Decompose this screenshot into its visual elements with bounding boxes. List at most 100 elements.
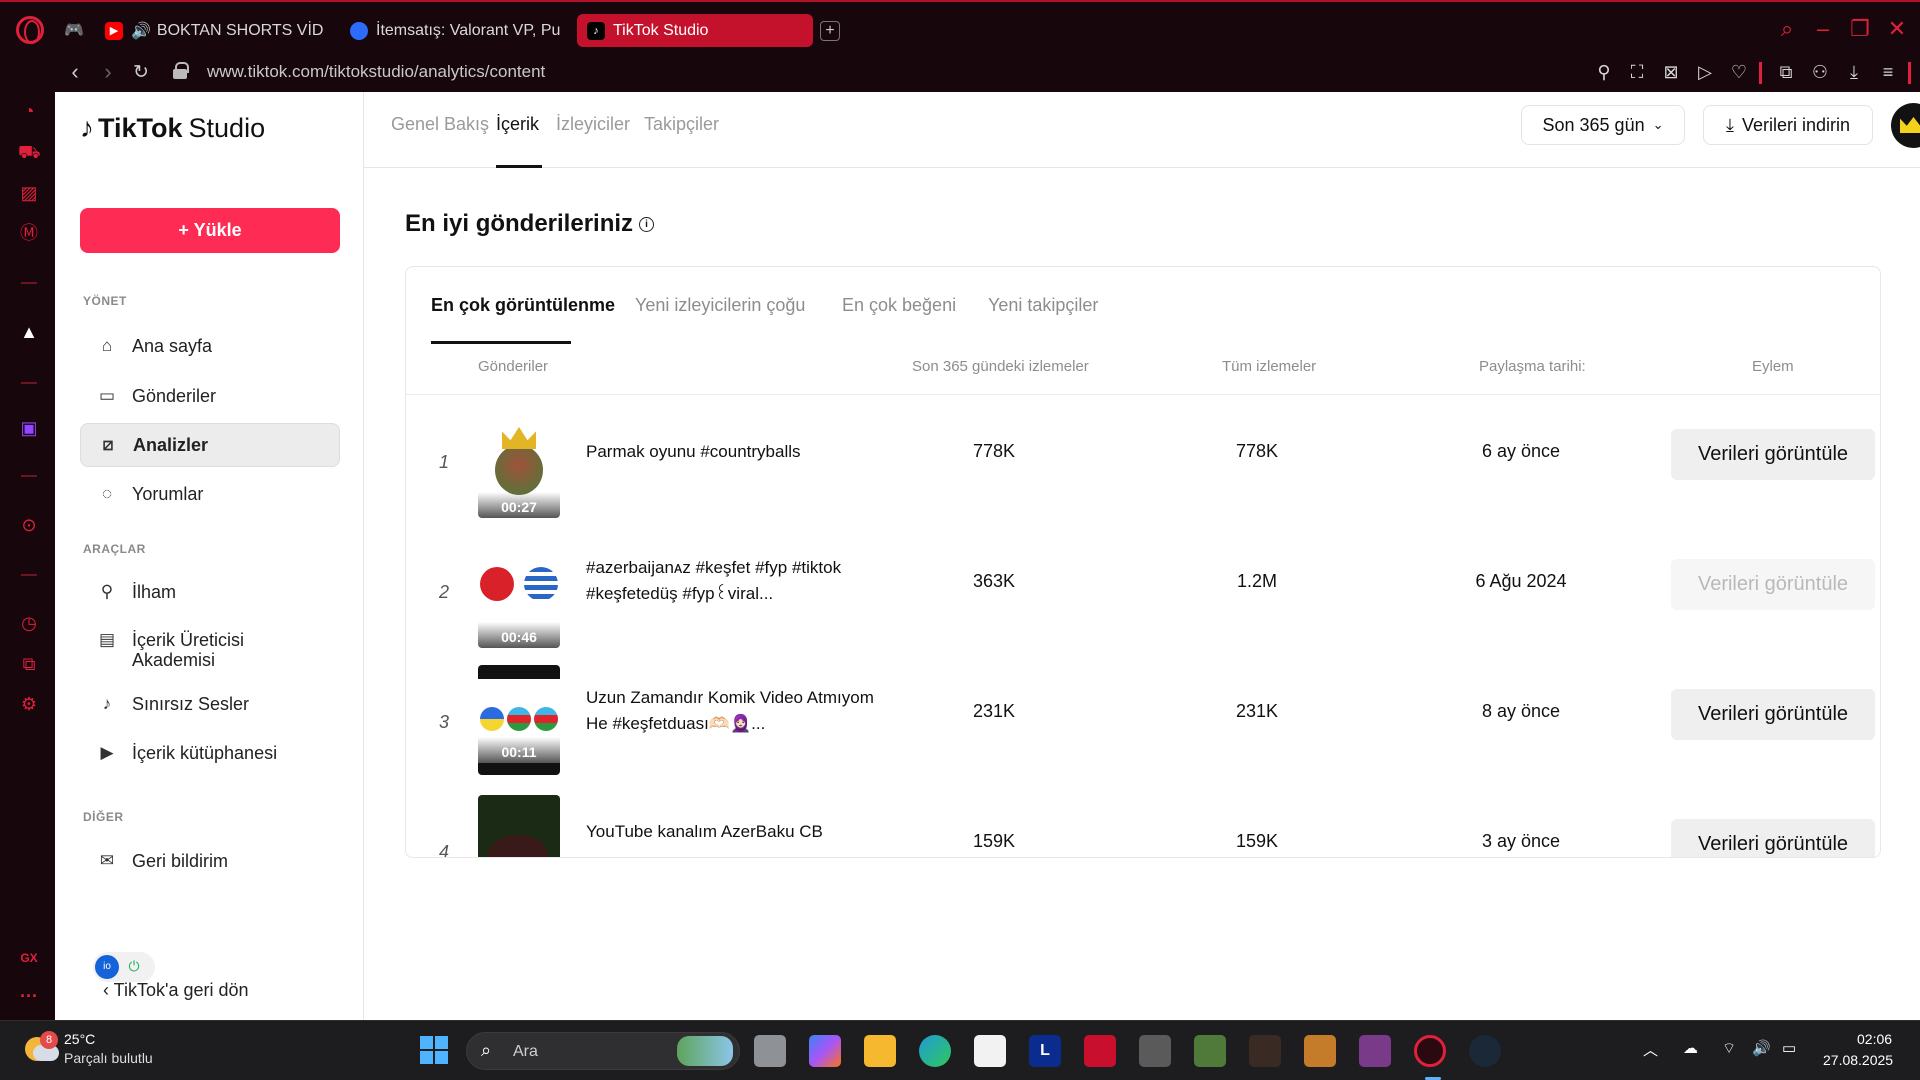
game-app-icon[interactable] bbox=[1249, 1035, 1281, 1067]
file-explorer-icon[interactable] bbox=[864, 1035, 896, 1067]
music-player-icon[interactable]: ⊙ bbox=[18, 514, 40, 536]
maximize-icon[interactable]: ❐ bbox=[1845, 16, 1875, 42]
post-title[interactable]: Parmak oyunu #countryballs bbox=[586, 439, 886, 465]
tab-content[interactable]: İçerik bbox=[496, 114, 539, 135]
extensions-sidebar-icon[interactable]: ⧉ bbox=[18, 653, 40, 675]
start-button[interactable] bbox=[420, 1036, 448, 1064]
view-data-button[interactable]: Verileri görüntüle bbox=[1671, 559, 1875, 610]
info-icon[interactable]: i bbox=[639, 217, 655, 233]
tiktok-studio-logo[interactable]: ♪ TikTok Studio bbox=[80, 112, 265, 144]
video-thumbnail[interactable] bbox=[478, 795, 560, 857]
task-view-icon[interactable] bbox=[754, 1035, 786, 1067]
widget-app-icon[interactable]: io bbox=[95, 955, 119, 979]
history-icon[interactable]: ◷ bbox=[18, 612, 40, 634]
speaker-icon[interactable]: 🔊 bbox=[131, 21, 151, 41]
twitch-icon[interactable]: ▣ bbox=[18, 417, 40, 439]
heart-icon[interactable]: ♡ bbox=[1728, 61, 1750, 83]
tab-viewers[interactable]: İzleyiciler bbox=[556, 114, 630, 135]
tab-most-likes[interactable]: En çok beğeni bbox=[842, 295, 956, 316]
edge-icon[interactable] bbox=[919, 1035, 951, 1067]
tab-new-viewers[interactable]: Yeni izleyicilerin çoğu bbox=[635, 295, 805, 316]
snapshot-icon[interactable]: ⛶ bbox=[1626, 61, 1648, 83]
l-app-icon[interactable]: L bbox=[1029, 1035, 1061, 1067]
sidebar-item-analytics[interactable]: ⧄ Analizler bbox=[80, 423, 340, 467]
back-icon[interactable]: ‹ bbox=[60, 59, 90, 85]
clock-time[interactable]: 02:06 bbox=[1857, 1031, 1892, 1047]
news-icon[interactable]: ▨ bbox=[18, 182, 40, 204]
post-title[interactable]: Uzun Zamandır Komik Video Atmıyom He #ke… bbox=[586, 685, 886, 737]
table-row[interactable]: 3 00:11 Uzun Zamandır Komik Video Atmıyo… bbox=[406, 655, 1880, 785]
search-tabs-icon[interactable]: ⌕ bbox=[1772, 16, 1802, 42]
wifi-icon[interactable]: ⌔ bbox=[1722, 1039, 1736, 1058]
sidebar-item-posts[interactable]: ▭ Gönderiler bbox=[80, 374, 340, 418]
view-data-button[interactable]: Verileri görüntüle bbox=[1671, 429, 1875, 480]
adblock-icon[interactable]: ⊠ bbox=[1660, 61, 1682, 83]
more-icon[interactable]: ··· bbox=[18, 985, 40, 1007]
clock-date[interactable]: 27.08.2025 bbox=[1823, 1052, 1893, 1068]
back-to-tiktok-link[interactable]: ‹ TikTok'a geri dön bbox=[103, 980, 249, 1001]
mcafee-icon[interactable] bbox=[1084, 1035, 1116, 1067]
gx-corner-icon[interactable]: ⛟ bbox=[18, 141, 41, 163]
settings-icon[interactable]: ⚙ bbox=[18, 693, 40, 715]
date-range-select[interactable]: Son 365 gün ⌄ bbox=[1521, 105, 1685, 145]
tab-tiktok-studio[interactable]: ♪ TikTok Studio bbox=[577, 14, 813, 47]
video-thumbnail[interactable]: 00:27 bbox=[478, 425, 560, 518]
battery-icon[interactable]: ▭ bbox=[1782, 1039, 1796, 1057]
pin-icon[interactable]: ⚲ bbox=[1593, 61, 1615, 83]
weather-widget[interactable]: 8 bbox=[25, 1031, 59, 1061]
upload-button[interactable]: + Yükle bbox=[80, 208, 340, 253]
onedrive-icon[interactable]: ☁ bbox=[1683, 1039, 1698, 1057]
video-thumbnail[interactable]: 00:46 bbox=[478, 555, 560, 648]
profile-icon[interactable]: ⚇ bbox=[1809, 61, 1831, 83]
tab-most-views[interactable]: En çok görüntülenme bbox=[431, 295, 615, 316]
view-data-button[interactable]: Verileri görüntüle bbox=[1671, 819, 1875, 857]
sidebar-item-academy[interactable]: ▤ İçerik Üreticisi Akademisi bbox=[80, 620, 340, 676]
gx-label[interactable]: GX bbox=[18, 947, 40, 969]
download-icon[interactable]: ⤓ bbox=[1843, 61, 1865, 83]
sidebar-item-feedback[interactable]: ✉ Geri bildirim bbox=[80, 839, 340, 883]
minimize-icon[interactable]: – bbox=[1808, 16, 1838, 42]
weather-desc[interactable]: Parçalı bulutlu bbox=[64, 1050, 153, 1066]
url-field[interactable]: www.tiktok.com/tiktokstudio/analytics/co… bbox=[207, 62, 545, 82]
table-row[interactable]: 1 00:27 Parmak oyunu #countryballs 778K … bbox=[406, 395, 1880, 525]
game-app-icon[interactable] bbox=[1194, 1035, 1226, 1067]
close-icon[interactable]: ✕ bbox=[1882, 16, 1912, 42]
sidebar-item-comments[interactable]: ◌ Yorumlar bbox=[80, 472, 340, 516]
store-icon[interactable] bbox=[974, 1035, 1006, 1067]
avatar[interactable] bbox=[1891, 103, 1920, 148]
forward-icon[interactable]: › bbox=[93, 59, 123, 85]
aria-icon[interactable]: ▲ bbox=[18, 321, 40, 343]
tab-youtube[interactable]: ▶ 🔊 BOKTAN SHORTS VİD bbox=[95, 14, 330, 47]
tab-followers[interactable]: Takipçiler bbox=[644, 114, 719, 135]
opera-menu-icon[interactable] bbox=[16, 16, 44, 44]
reload-icon[interactable]: ↻ bbox=[126, 61, 156, 84]
sidebar-item-sounds[interactable]: ♪ Sınırsız Sesler bbox=[80, 682, 340, 726]
tab-new-followers[interactable]: Yeni takipçiler bbox=[988, 295, 1098, 316]
taskbar-search[interactable]: ⌕ Ara bbox=[466, 1032, 740, 1070]
sidebar-item-home[interactable]: ⌂ Ana sayfa bbox=[80, 324, 340, 368]
copilot-icon[interactable] bbox=[809, 1035, 841, 1067]
game-app-icon[interactable] bbox=[1359, 1035, 1391, 1067]
sidebar-item-library[interactable]: ▶ İçerik kütüphanesi bbox=[80, 731, 340, 775]
post-title[interactable]: #azerbaijanᴀᴢ #keşfet #fyp #tiktok #keşf… bbox=[586, 555, 886, 607]
speed-dial-icon[interactable]: ◔ bbox=[18, 100, 40, 122]
weather-temp[interactable]: 25°C bbox=[64, 1031, 95, 1047]
extensions-icon[interactable]: ⧉ bbox=[1775, 61, 1797, 83]
table-row[interactable]: 4 YouTube kanalım AzerBaku CB 159K 159K … bbox=[406, 785, 1880, 857]
download-data-button[interactable]: ⤓ Verileri indirin bbox=[1703, 105, 1873, 145]
view-data-button[interactable]: Verileri görüntüle bbox=[1671, 689, 1875, 740]
messenger-icon[interactable]: Ⓜ bbox=[18, 222, 40, 244]
steam-icon[interactable] bbox=[1469, 1035, 1501, 1067]
sidebar-item-inspiration[interactable]: ⚲ İlham bbox=[80, 570, 340, 614]
power-icon[interactable]: ⏻ bbox=[125, 958, 143, 976]
post-title[interactable]: YouTube kanalım AzerBaku CB bbox=[586, 819, 886, 845]
tab-overview[interactable]: Genel Bakış bbox=[391, 114, 489, 135]
video-thumbnail[interactable]: 00:11 bbox=[478, 665, 560, 775]
table-row[interactable]: 2 00:46 #azerbaijanᴀᴢ #keşfet #fyp #tikt… bbox=[406, 525, 1880, 655]
opera-gx-taskbar-icon[interactable] bbox=[1414, 1035, 1446, 1080]
chevron-up-icon[interactable]: ︿ bbox=[1643, 1039, 1658, 1060]
menu-icon[interactable]: ≡ bbox=[1877, 61, 1899, 83]
gx-control-icon[interactable]: 🎮 bbox=[64, 20, 86, 40]
player-icon[interactable]: ▷ bbox=[1694, 61, 1716, 83]
game-app-icon[interactable] bbox=[1139, 1035, 1171, 1067]
